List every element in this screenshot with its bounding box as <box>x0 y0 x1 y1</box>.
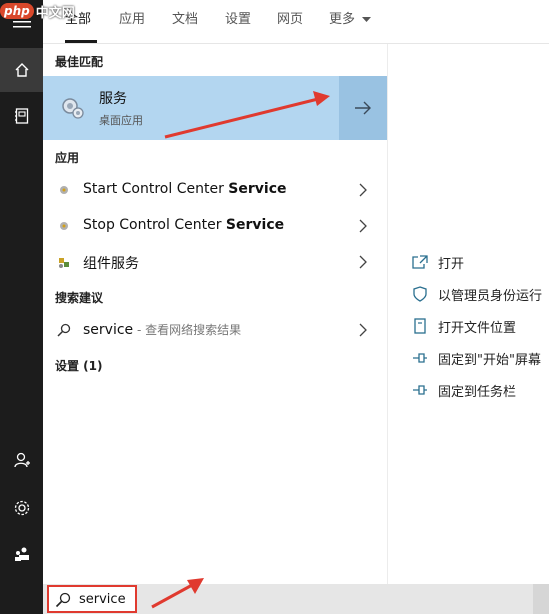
best-match-title: 服务 <box>99 91 127 107</box>
web-suggestion-label: service - 查看网络搜索结果 <box>83 322 242 338</box>
documents-button[interactable] <box>0 94 43 138</box>
action-open-label: 打开 <box>438 256 465 272</box>
action-open[interactable]: 打开 <box>412 252 464 272</box>
app-icon <box>60 186 68 194</box>
show-desktop-corner[interactable] <box>533 584 549 614</box>
chevron-right-icon <box>359 255 367 269</box>
chevron-right-icon <box>359 323 367 337</box>
search-input[interactable]: service <box>47 585 137 613</box>
chevron-right-icon <box>359 183 367 197</box>
start-search-window: php 中文网 全部 应用 文档 设置 网页 更多 最佳匹配 服务 桌面应用 应… <box>0 0 549 614</box>
gear-icon <box>14 500 29 516</box>
component-services-icon <box>59 258 69 268</box>
app-result-label: Stop Control Center Service <box>83 217 285 233</box>
action-pin-to-taskbar-label: 固定到任务栏 <box>438 384 517 400</box>
watermark: php 中文网 <box>0 0 75 22</box>
account-button[interactable] <box>0 438 43 482</box>
action-open-file-location-label: 打开文件位置 <box>438 320 517 336</box>
arrow-right-icon <box>355 101 371 115</box>
services-icon <box>62 98 84 119</box>
action-pin-to-taskbar[interactable]: 固定到任务栏 <box>412 380 516 400</box>
search-scope-tabs: 全部 应用 文档 设置 网页 更多 <box>43 0 549 44</box>
app-result-item[interactable]: Start Control Center Service <box>43 172 387 208</box>
app-result-label: 组件服务 <box>83 256 139 272</box>
active-tab-indicator <box>65 40 97 43</box>
web-suggestion-item[interactable]: service - 查看网络搜索结果 <box>43 312 387 348</box>
app-icon <box>60 222 68 230</box>
app-result-label: Start Control Center Service <box>83 181 287 197</box>
feedback-icon <box>14 547 29 561</box>
tab-documents[interactable]: 文档 <box>172 8 198 27</box>
tab-web[interactable]: 网页 <box>277 8 303 27</box>
folder-location-icon <box>414 318 426 334</box>
section-best-match: 最佳匹配 <box>55 55 104 69</box>
tab-apps[interactable]: 应用 <box>119 8 145 27</box>
watermark-text: 中文网 <box>35 5 75 21</box>
app-result-item[interactable]: Stop Control Center Service <box>43 208 387 244</box>
tab-more[interactable]: 更多 <box>329 8 372 27</box>
results-pane: 最佳匹配 服务 桌面应用 应用 Start Control Center Ser… <box>43 44 387 584</box>
app-result-item[interactable]: 组件服务 <box>43 244 387 280</box>
pin-icon <box>413 353 427 363</box>
best-match-subtitle: 桌面应用 <box>99 114 143 127</box>
tab-more-label: 更多 <box>329 12 356 27</box>
taskbar-search-bar: service <box>43 584 549 614</box>
action-run-as-admin-label: 以管理员身份运行 <box>438 288 543 304</box>
document-icon <box>14 108 28 124</box>
open-details-button[interactable] <box>339 76 387 140</box>
search-input-value: service <box>79 592 126 607</box>
action-open-file-location[interactable]: 打开文件位置 <box>412 316 516 336</box>
action-run-as-admin[interactable]: 以管理员身份运行 <box>412 284 542 304</box>
pin-icon <box>413 385 427 395</box>
open-icon <box>412 255 428 269</box>
chevron-right-icon <box>359 219 367 233</box>
chevron-down-icon <box>362 16 372 22</box>
action-pin-to-start[interactable]: 固定到"开始"屏幕 <box>412 348 541 368</box>
section-settings[interactable]: 设置 (1) <box>55 357 103 374</box>
shield-icon <box>413 286 427 302</box>
left-rail <box>0 0 43 614</box>
details-pane: 打开 以管理员身份运行 打开文件位置 固定到"开始"屏幕 固定到任务栏 <box>387 44 549 584</box>
user-icon <box>13 452 30 468</box>
home-button[interactable] <box>0 48 43 92</box>
search-icon <box>55 592 71 608</box>
feedback-button[interactable] <box>0 532 43 576</box>
section-suggestions: 搜索建议 <box>55 291 104 305</box>
action-pin-to-start-label: 固定到"开始"屏幕 <box>438 352 541 368</box>
search-icon <box>57 323 71 337</box>
tab-settings[interactable]: 设置 <box>225 8 251 27</box>
section-apps: 应用 <box>55 151 80 165</box>
home-icon <box>15 63 28 77</box>
best-match-item[interactable]: 服务 桌面应用 <box>43 76 339 140</box>
settings-button[interactable] <box>0 486 43 530</box>
watermark-logo: php <box>0 3 34 19</box>
